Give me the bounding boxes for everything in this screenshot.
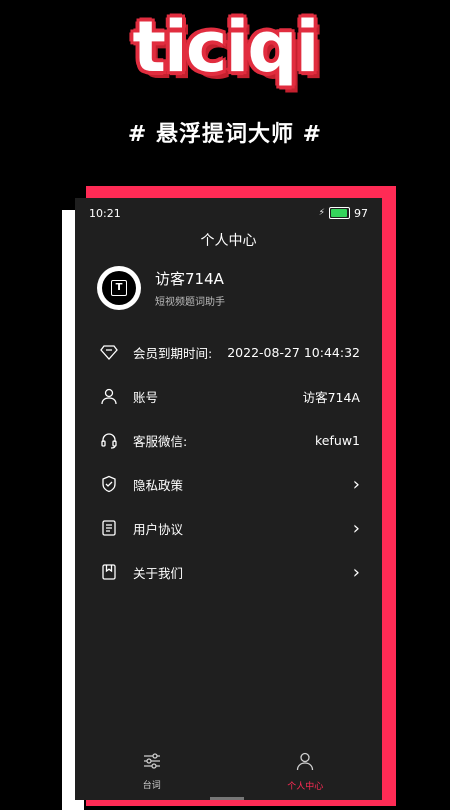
chevron-right-icon: › <box>352 561 360 583</box>
menu-label: 会员到期时间: <box>133 345 213 361</box>
battery-icon <box>329 207 350 219</box>
tagline: # 悬浮提词大师 # <box>127 122 323 147</box>
bottom-tab-bar: 台词 个人中心 <box>75 742 382 800</box>
user-icon <box>99 386 119 406</box>
tab-profile[interactable]: 个人中心 <box>229 742 383 800</box>
menu-item-membership-expiry: 会员到期时间: 2022-08-27 10:44:32 <box>75 330 382 374</box>
sliders-icon <box>142 752 162 774</box>
phone-screen: 10:21 ⚡ 97 个人中心 T 访客714A 短视频题词助手 会员到期时间:… <box>75 198 382 800</box>
document-icon <box>99 518 119 538</box>
tab-label: 个人中心 <box>287 781 324 792</box>
charging-icon: ⚡ <box>318 208 325 218</box>
menu-value: kefuw1 <box>315 432 360 448</box>
status-time: 10:21 <box>89 206 121 220</box>
menu-value: 2022-08-27 10:44:32 <box>227 344 360 360</box>
menu-item-user-agreement[interactable]: 用户协议 › <box>75 506 382 550</box>
battery-level: 97 <box>354 206 368 220</box>
menu-item-privacy-policy[interactable]: 隐私政策 › <box>75 462 382 506</box>
avatar-letter: T <box>111 280 127 296</box>
bookmark-icon <box>99 562 119 582</box>
menu-value: 访客714A <box>302 389 360 405</box>
profile-header[interactable]: T 访客714A 短视频题词助手 <box>75 266 382 310</box>
page-title: 个人中心 <box>200 233 257 249</box>
chevron-right-icon: › <box>352 473 360 495</box>
username: 访客714A <box>155 270 224 288</box>
menu-item-support-wechat[interactable]: 客服微信: kefuw1 <box>75 418 382 462</box>
menu-label: 关于我们 <box>133 565 184 581</box>
app-logo: ticiqi <box>132 6 319 88</box>
diamond-icon <box>99 342 119 362</box>
menu-label: 账号 <box>133 389 159 405</box>
profile-subtitle: 短视频题词助手 <box>155 297 225 308</box>
tab-lines[interactable]: 台词 <box>75 742 229 800</box>
status-bar: 10:21 ⚡ 97 <box>75 198 382 228</box>
avatar[interactable]: T <box>97 266 141 310</box>
menu-item-account: 账号 访客714A <box>75 374 382 418</box>
headset-icon <box>99 430 119 450</box>
menu-item-about-us[interactable]: 关于我们 › <box>75 550 382 594</box>
person-icon <box>295 751 315 775</box>
status-indicators: ⚡ 97 <box>319 207 368 220</box>
shield-check-icon <box>99 474 119 494</box>
chevron-right-icon: › <box>352 517 360 539</box>
menu-list: 会员到期时间: 2022-08-27 10:44:32 账号 访客714A 客服… <box>75 330 382 594</box>
menu-label: 隐私政策 <box>133 477 184 493</box>
menu-label: 客服微信: <box>133 433 188 449</box>
tab-label: 台词 <box>142 780 161 791</box>
menu-label: 用户协议 <box>133 521 184 537</box>
